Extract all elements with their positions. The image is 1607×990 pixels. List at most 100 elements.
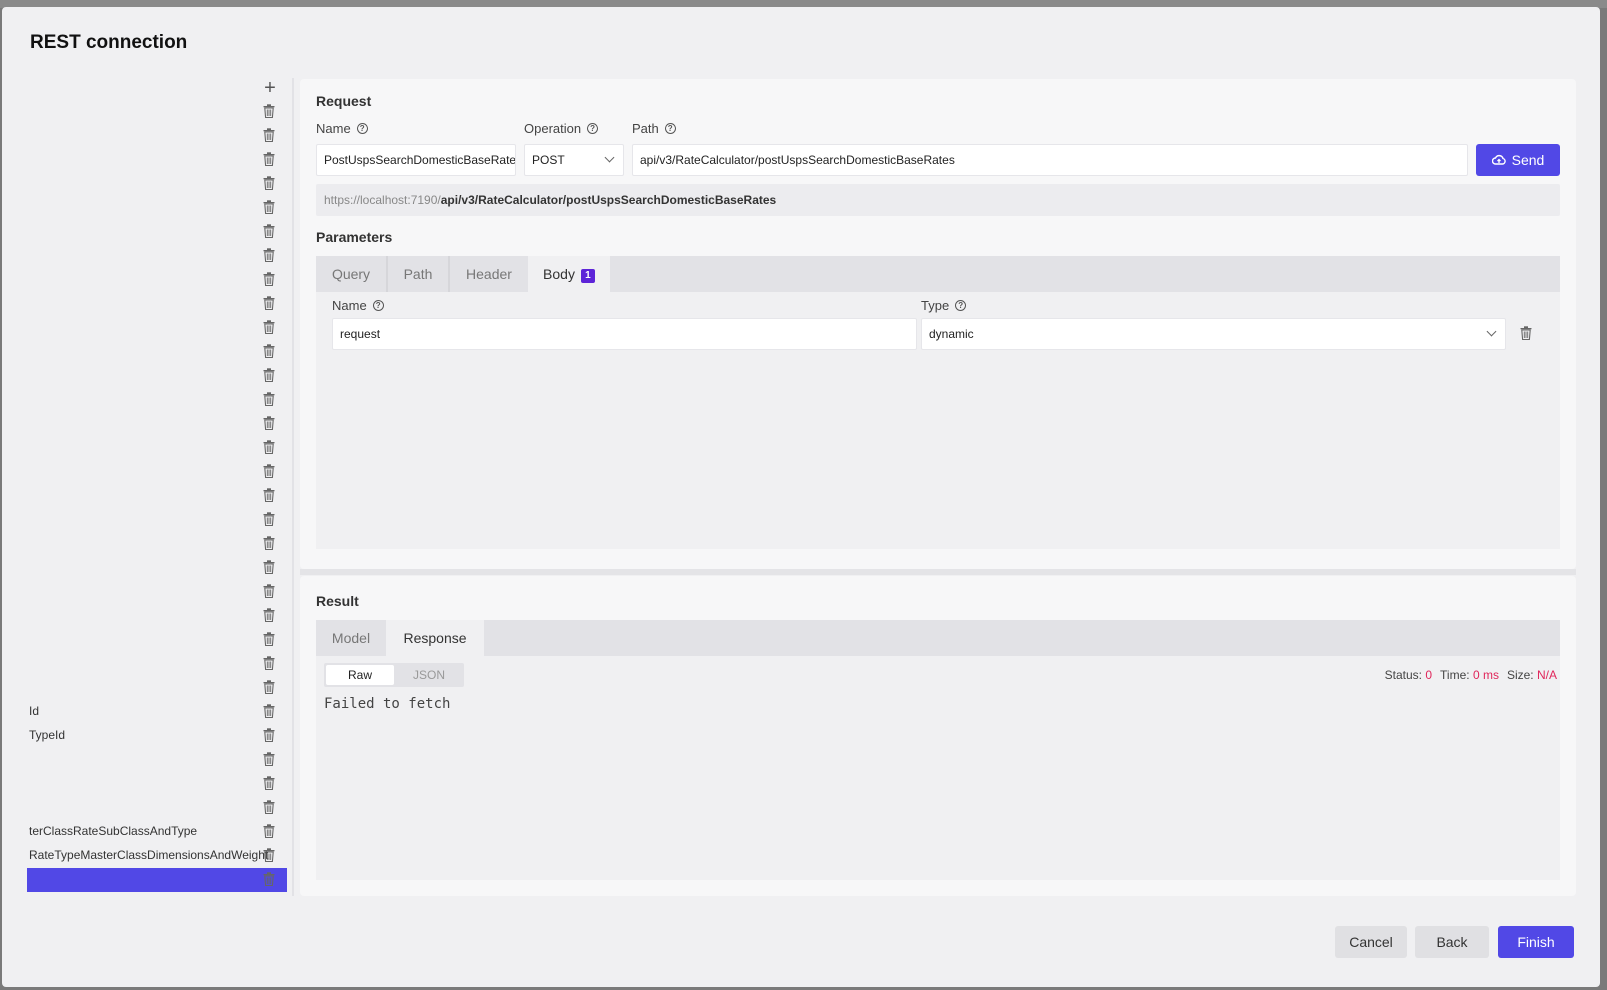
tab-model[interactable]: Model bbox=[316, 620, 386, 656]
request-name-input[interactable]: PostUspsSearchDomesticBaseRates bbox=[316, 144, 516, 176]
path-input[interactable]: api/v3/RateCalculator/postUspsSearchDome… bbox=[632, 144, 1468, 176]
endpoint-row[interactable] bbox=[27, 580, 291, 604]
endpoint-row[interactable] bbox=[27, 676, 291, 700]
trash-icon[interactable] bbox=[263, 320, 275, 335]
cancel-button[interactable]: Cancel bbox=[1335, 926, 1407, 958]
trash-icon[interactable] bbox=[263, 488, 275, 503]
trash-icon[interactable] bbox=[263, 536, 275, 551]
raw-format-button[interactable]: Raw bbox=[326, 665, 394, 685]
endpoint-row[interactable] bbox=[27, 772, 291, 796]
finish-button[interactable]: Finish bbox=[1498, 926, 1574, 958]
endpoint-row[interactable] bbox=[27, 364, 291, 388]
trash-icon[interactable] bbox=[263, 656, 275, 671]
send-label: Send bbox=[1511, 152, 1545, 168]
endpoint-row[interactable] bbox=[27, 412, 291, 436]
endpoint-row[interactable] bbox=[27, 532, 291, 556]
trash-icon[interactable] bbox=[263, 680, 275, 695]
endpoint-row[interactable] bbox=[27, 436, 291, 460]
endpoint-row[interactable] bbox=[27, 388, 291, 412]
parameters-section-title: Parameters bbox=[316, 229, 393, 245]
trash-icon[interactable] bbox=[263, 440, 275, 455]
trash-icon[interactable] bbox=[263, 752, 275, 767]
tab-path[interactable]: Path bbox=[388, 256, 448, 292]
resolved-url: https://localhost:7190/api/v3/RateCalcul… bbox=[316, 184, 1560, 216]
help-icon[interactable]: ? bbox=[955, 300, 967, 311]
delete-param-trash-icon[interactable] bbox=[1520, 326, 1532, 340]
endpoint-row[interactable] bbox=[27, 196, 291, 220]
trash-icon[interactable] bbox=[263, 176, 275, 191]
endpoint-row[interactable] bbox=[27, 340, 291, 364]
trash-icon[interactable] bbox=[263, 848, 275, 863]
trash-icon[interactable] bbox=[263, 368, 275, 383]
endpoint-row[interactable] bbox=[27, 868, 291, 892]
trash-icon[interactable] bbox=[263, 512, 275, 527]
trash-icon[interactable] bbox=[263, 416, 275, 431]
endpoint-row[interactable] bbox=[27, 316, 291, 340]
endpoint-row[interactable] bbox=[27, 460, 291, 484]
trash-icon[interactable] bbox=[263, 584, 275, 599]
endpoint-row[interactable]: TypeId bbox=[27, 724, 291, 748]
endpoint-row-label: Id bbox=[29, 704, 40, 718]
help-icon[interactable]: ? bbox=[664, 123, 676, 134]
endpoint-row[interactable] bbox=[27, 268, 291, 292]
endpoint-row[interactable] bbox=[27, 556, 291, 580]
param-type-label-text: Type bbox=[921, 298, 950, 313]
trash-icon[interactable] bbox=[263, 464, 275, 479]
trash-icon[interactable] bbox=[263, 152, 275, 167]
endpoint-row[interactable] bbox=[27, 100, 291, 124]
endpoint-row[interactable]: RateTypeMasterClassDimensionsAndWeight bbox=[27, 844, 291, 868]
panel-splitter[interactable] bbox=[300, 569, 1576, 575]
trash-icon[interactable] bbox=[263, 728, 275, 743]
endpoint-row[interactable]: Id bbox=[27, 700, 291, 724]
endpoint-row[interactable] bbox=[27, 604, 291, 628]
trash-icon[interactable] bbox=[263, 224, 275, 239]
trash-icon[interactable] bbox=[263, 560, 275, 575]
endpoint-row[interactable] bbox=[27, 796, 291, 820]
help-icon[interactable]: ? bbox=[356, 123, 368, 134]
help-icon[interactable]: ? bbox=[372, 300, 384, 311]
endpoint-row[interactable] bbox=[27, 508, 291, 532]
endpoint-row[interactable] bbox=[27, 220, 291, 244]
trash-icon[interactable] bbox=[263, 800, 275, 815]
trash-icon[interactable] bbox=[263, 296, 275, 311]
param-type-select[interactable]: dynamic bbox=[921, 318, 1506, 350]
endpoint-row[interactable] bbox=[27, 652, 291, 676]
send-button[interactable]: Send bbox=[1476, 144, 1560, 176]
endpoint-row[interactable] bbox=[27, 628, 291, 652]
endpoint-row[interactable] bbox=[27, 148, 291, 172]
trash-icon[interactable] bbox=[263, 776, 275, 791]
trash-icon[interactable] bbox=[263, 272, 275, 287]
back-button[interactable]: Back bbox=[1415, 926, 1489, 958]
endpoint-row[interactable] bbox=[27, 748, 291, 772]
endpoint-row[interactable] bbox=[27, 484, 291, 508]
endpoint-row[interactable] bbox=[27, 292, 291, 316]
trash-icon[interactable] bbox=[263, 128, 275, 143]
endpoint-row[interactable] bbox=[27, 244, 291, 268]
endpoint-row[interactable] bbox=[27, 124, 291, 148]
json-format-button[interactable]: JSON bbox=[396, 665, 462, 685]
trash-icon[interactable] bbox=[263, 392, 275, 407]
help-icon[interactable]: ? bbox=[587, 123, 599, 134]
trash-icon[interactable] bbox=[263, 632, 275, 647]
trash-icon[interactable] bbox=[263, 824, 275, 839]
trash-icon[interactable] bbox=[263, 704, 275, 719]
endpoint-row-label: terClassRateSubClassAndType bbox=[29, 824, 198, 838]
trash-icon[interactable] bbox=[263, 248, 275, 263]
trash-icon[interactable] bbox=[263, 200, 275, 215]
tab-body[interactable]: Body 1 bbox=[528, 256, 610, 292]
trash-icon[interactable] bbox=[263, 104, 275, 119]
trash-icon[interactable] bbox=[263, 344, 275, 359]
param-name-input[interactable]: request bbox=[332, 318, 917, 350]
name-label-text: Name bbox=[316, 121, 351, 136]
endpoint-row-label: RateTypeMasterClassDimensionsAndWeight bbox=[29, 848, 269, 862]
tab-header[interactable]: Header bbox=[450, 256, 528, 292]
trash-icon[interactable] bbox=[263, 608, 275, 623]
tab-query[interactable]: Query bbox=[316, 256, 386, 292]
add-endpoint-button[interactable]: + bbox=[261, 78, 279, 98]
response-body: Failed to fetch bbox=[324, 696, 451, 712]
path-field-label: Path ? bbox=[632, 121, 676, 136]
tab-response[interactable]: Response bbox=[386, 620, 484, 656]
trash-icon[interactable] bbox=[263, 872, 275, 887]
endpoint-row[interactable]: terClassRateSubClassAndType bbox=[27, 820, 291, 844]
endpoint-row[interactable] bbox=[27, 172, 291, 196]
